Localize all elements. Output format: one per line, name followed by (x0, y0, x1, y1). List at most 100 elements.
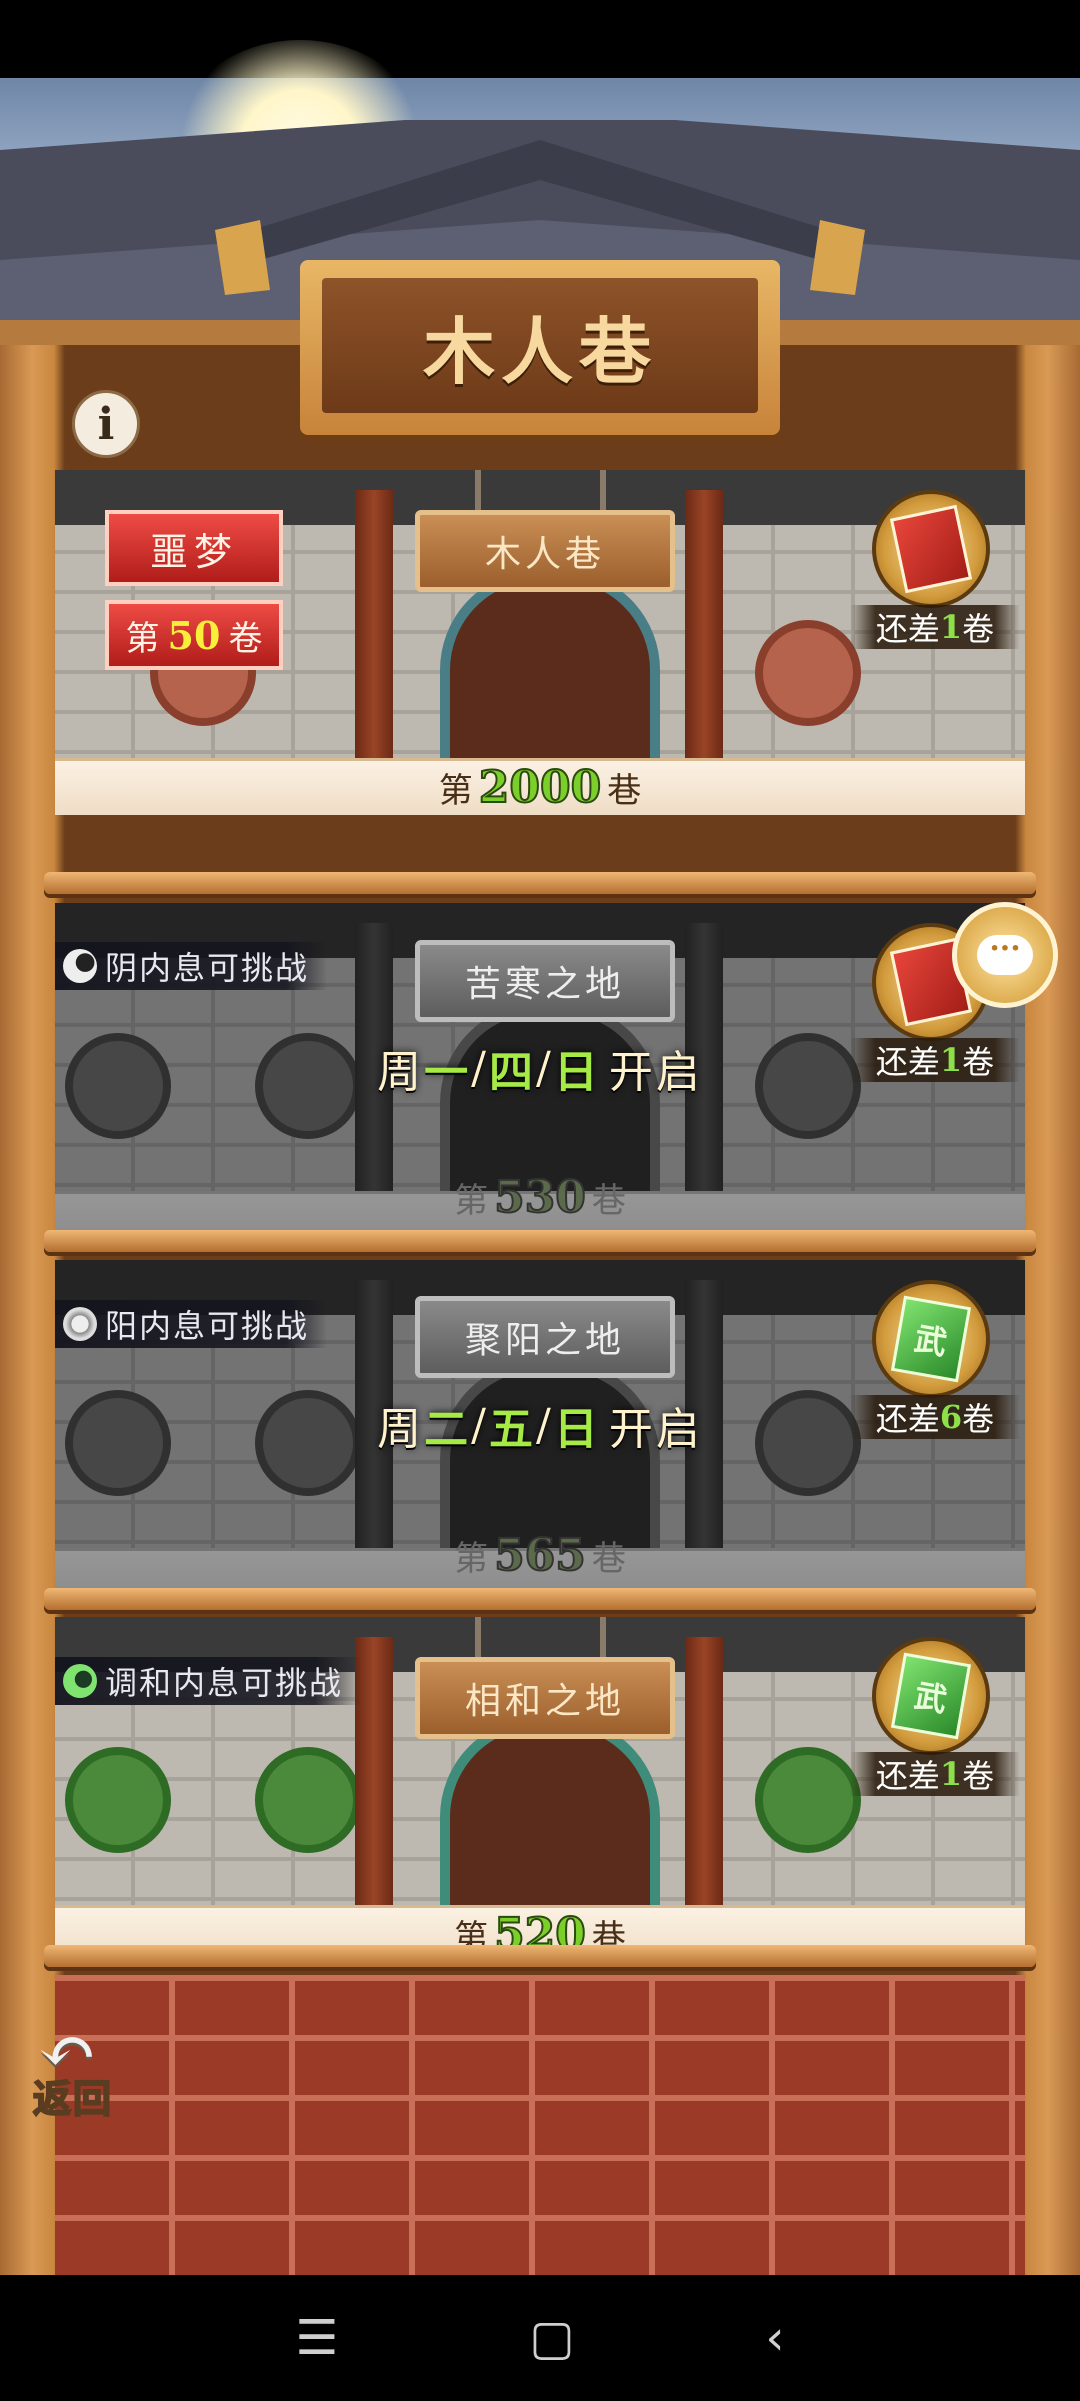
manual-book-icon[interactable] (872, 490, 990, 608)
floor-prefix: 第 (438, 770, 473, 811)
floor-label: 第 565 巷 (385, 1529, 695, 1582)
round-window (755, 1747, 861, 1853)
reward-glyph: 武 (890, 1652, 972, 1740)
nightmare-level: 第 50 卷 (105, 600, 283, 670)
round-window (65, 1747, 171, 1853)
remain-prefix: 还差 (875, 1400, 940, 1438)
pillar (685, 1637, 723, 1907)
floor-suffix: 巷 (607, 770, 642, 811)
round-window (755, 620, 861, 726)
menu-icon[interactable]: ☰ (295, 2310, 338, 2366)
round-window (755, 1033, 861, 1139)
moon-icon (63, 949, 97, 983)
open-sep: / (471, 1399, 489, 1451)
chat-bubble-icon[interactable]: ··· (952, 902, 1058, 1008)
remain-num: 1 (939, 1755, 963, 1793)
floor-suffix: 巷 (591, 1180, 626, 1221)
sign-rope (475, 470, 481, 510)
system-nav-bar: ☰ ▢ ‹ (0, 2275, 1080, 2401)
shelf (44, 1945, 1036, 1967)
sign-rope (600, 470, 606, 510)
sun-icon (63, 1307, 97, 1341)
open-day: 一 (424, 1047, 472, 1098)
remain-suffix: 卷 (962, 610, 995, 648)
tier-card-muren[interactable]: 木人巷 噩梦 第 50 卷 还差 1 卷 第 2000 巷 (55, 470, 1025, 815)
yang-tag: 阳内息可挑战 (55, 1300, 328, 1348)
nightmare-badge[interactable]: 噩梦 (105, 510, 283, 586)
pillar (685, 490, 723, 760)
open-sep: / (471, 1042, 489, 1094)
sign-rope (600, 1617, 606, 1657)
remain-num: 1 (939, 608, 963, 646)
floor-num: 530 (493, 1171, 587, 1224)
nightmare-lv-num: 50 (167, 612, 221, 658)
remain-prefix: 还差 (875, 610, 940, 648)
back-label: 返回 (32, 2075, 114, 2122)
floor-label: 第 530 巷 (385, 1171, 695, 1224)
tier-sign: 聚阳之地 (415, 1296, 675, 1378)
open-day: 五 (489, 1404, 536, 1455)
sign-rope (475, 1617, 481, 1657)
remain-count: 还差 1 卷 (850, 605, 1020, 649)
tier-sign: 相和之地 (415, 1657, 675, 1739)
shelf (44, 1230, 1036, 1252)
round-window (755, 1390, 861, 1496)
open-day: 四 (489, 1047, 536, 1098)
nav-back-icon[interactable]: ‹ (765, 2310, 784, 2366)
remain-num: 1 (939, 1041, 963, 1079)
nightmare-lv-suffix: 卷 (228, 618, 263, 659)
home-icon[interactable]: ▢ (529, 2310, 574, 2366)
harmony-icon (63, 1664, 97, 1698)
back-button[interactable]: ↶ 返回 (28, 2010, 138, 2122)
floor-num: 2000 (478, 761, 602, 814)
reward-glyph: 武 (890, 1295, 972, 1383)
open-day: 二 (424, 1404, 472, 1455)
open-prefix: 周 (377, 1404, 425, 1455)
jade-martial-icon[interactable]: 武 (872, 1637, 990, 1755)
remain-suffix: 卷 (962, 1757, 995, 1795)
remain-prefix: 还差 (875, 1043, 940, 1081)
nightmare-lv-prefix: 第 (125, 618, 160, 659)
remain-count: 还差 1 卷 (850, 1752, 1020, 1796)
tier-card-xianghe[interactable]: 相和之地 调和内息可挑战 武 还差 1 卷 第 520 巷 (55, 1617, 1025, 1962)
tier-sign: 木人巷 (415, 510, 675, 592)
tag-label: 调和内息可挑战 (105, 1664, 344, 1702)
tag-label: 阴内息可挑战 (105, 949, 310, 987)
open-suffix: 开启 (608, 1047, 703, 1098)
remain-prefix: 还差 (875, 1757, 940, 1795)
open-sep: / (536, 1042, 554, 1094)
harmony-tag: 调和内息可挑战 (55, 1657, 362, 1705)
floor-suffix: 巷 (591, 1538, 626, 1579)
remain-suffix: 卷 (962, 1043, 995, 1081)
open-days: 周二 / 五 / 日开启 (355, 1392, 725, 1458)
open-day: 日 (553, 1404, 601, 1455)
shelf (44, 1588, 1036, 1610)
open-suffix: 开启 (608, 1404, 703, 1455)
floor-prefix: 第 (454, 1538, 489, 1579)
shelf (44, 872, 1036, 894)
info-icon[interactable]: i (72, 390, 140, 458)
open-sep: / (536, 1399, 554, 1451)
red-brick-wall (55, 1975, 1025, 2275)
page-title: 木人巷 (322, 278, 758, 413)
round-window (65, 1390, 171, 1496)
open-day: 日 (553, 1047, 601, 1098)
pillar (355, 490, 393, 760)
remain-suffix: 卷 (962, 1400, 995, 1438)
yin-tag: 阴内息可挑战 (55, 942, 328, 990)
floor-num: 565 (493, 1529, 587, 1582)
remain-count: 还差 6 卷 (850, 1395, 1020, 1439)
title-plaque: 木人巷 (300, 260, 780, 435)
remain-num: 6 (939, 1398, 963, 1436)
tag-label: 阳内息可挑战 (105, 1307, 310, 1345)
round-window (255, 1033, 361, 1139)
jade-martial-icon[interactable]: 武 (872, 1280, 990, 1398)
status-bar (0, 0, 1080, 78)
tier-sign: 苦寒之地 (415, 940, 675, 1022)
round-window (255, 1747, 361, 1853)
floor-label: 第 2000 巷 (385, 761, 695, 814)
floor-prefix: 第 (454, 1180, 489, 1221)
round-window (65, 1033, 171, 1139)
remain-count: 还差 1 卷 (850, 1038, 1020, 1082)
gate-door (440, 570, 660, 785)
